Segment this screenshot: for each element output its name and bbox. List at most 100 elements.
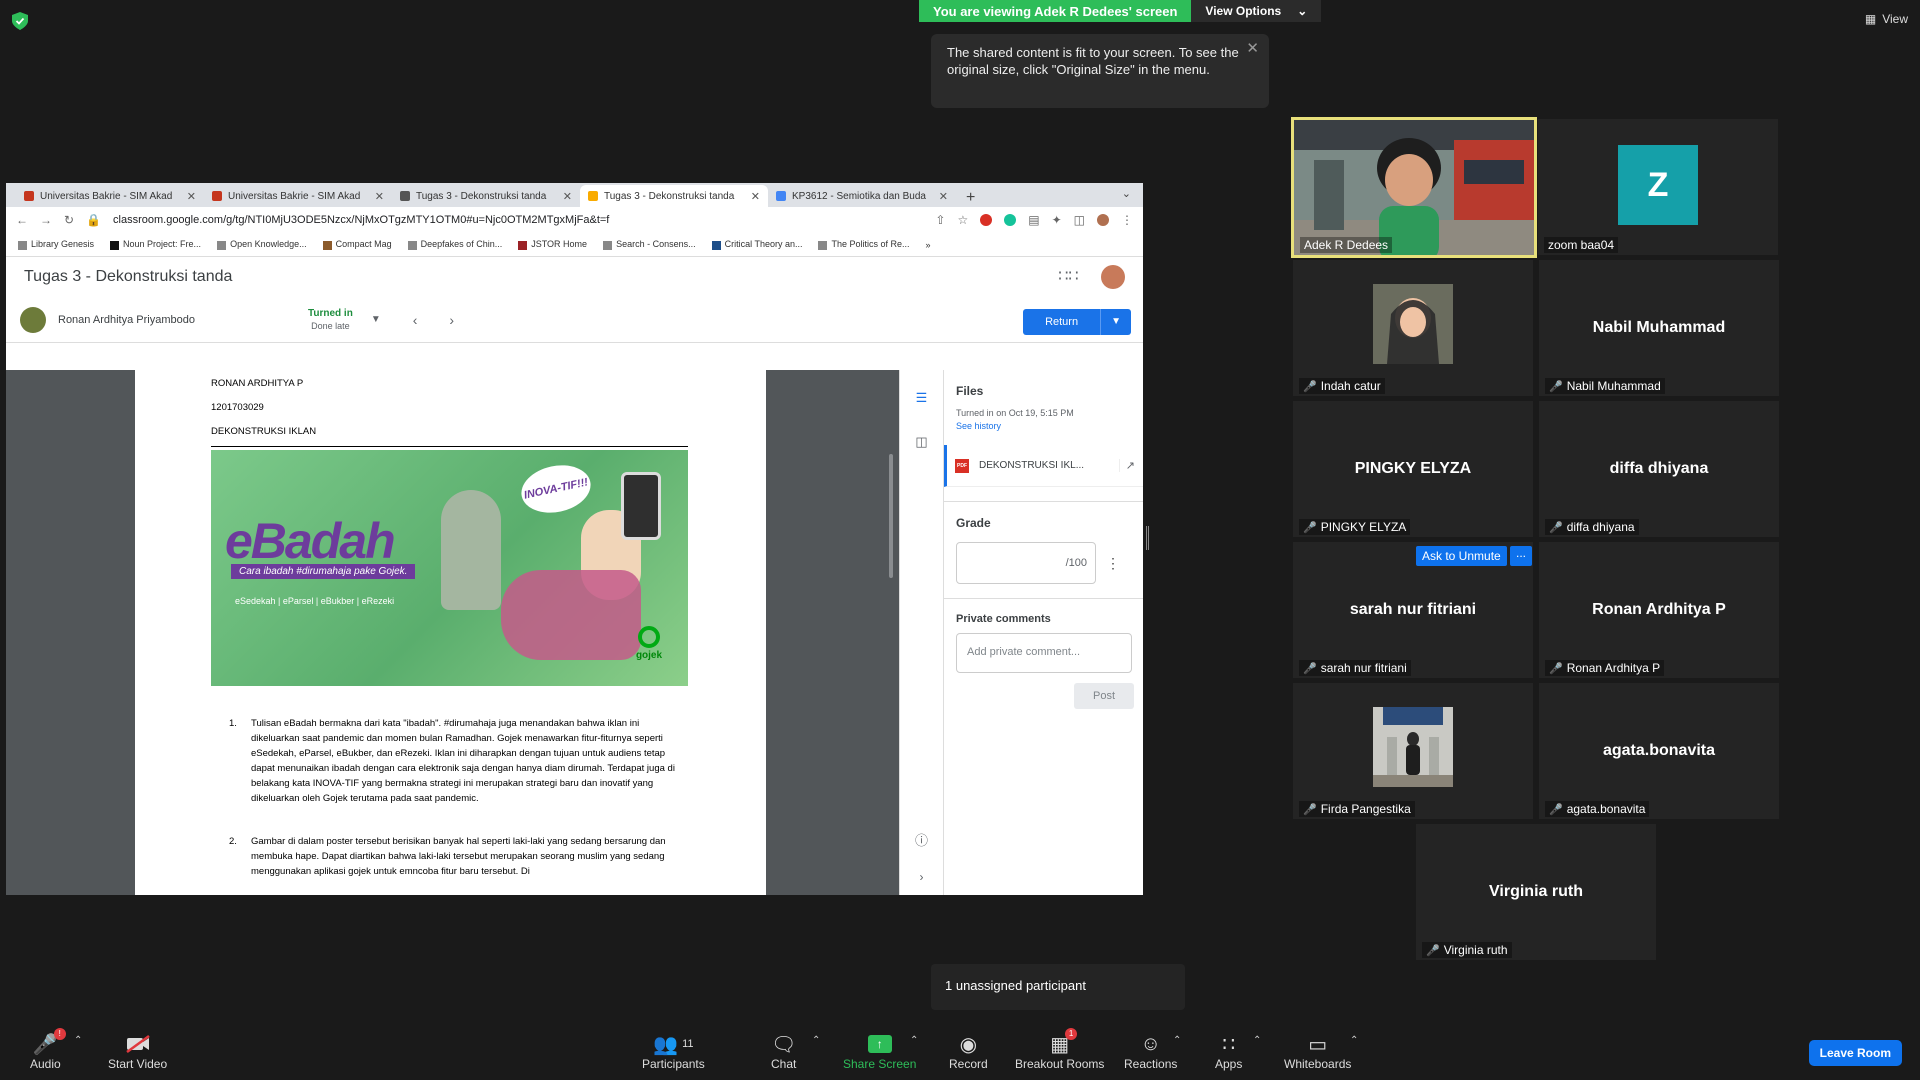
star-icon[interactable]: ☆ (957, 213, 968, 227)
more-icon[interactable]: ⋮ (1121, 213, 1133, 227)
browser-tab-active[interactable]: Tugas 3 - Dekonstruksi tanda ✕ (580, 185, 768, 207)
sidebar-icon[interactable]: ◫ (1074, 213, 1085, 227)
forward-icon[interactable]: → (40, 213, 52, 227)
scrollbar[interactable] (889, 454, 893, 578)
url-field[interactable]: classroom.google.com/g/tg/NTI0MjU3ODE5Nz… (113, 214, 923, 226)
participant-name: Adek R Dedees (1304, 238, 1389, 252)
return-dropdown-icon[interactable]: ▼ (1100, 309, 1131, 335)
start-video-button[interactable]: Start Video (108, 1031, 167, 1071)
apps-button[interactable]: ∷ Apps (1215, 1031, 1242, 1072)
close-icon[interactable]: ✕ (1246, 40, 1259, 57)
unassigned-participant-popup[interactable]: 1 unassigned participant (931, 964, 1185, 1010)
participant-tile[interactable]: diffa dhiyana 🎤 diffa dhiyana (1539, 401, 1779, 537)
bookmark[interactable]: Noun Project: Fre... (110, 239, 201, 250)
leave-room-button[interactable]: Leave Room (1808, 1040, 1902, 1066)
bookmark-icon (18, 240, 27, 250)
apps-grid-icon[interactable]: ∷∷ (1058, 268, 1078, 285)
whiteboards-button[interactable]: ▭ Whiteboards (1284, 1031, 1351, 1072)
back-icon[interactable]: ← (16, 213, 28, 227)
chat-icon: 🗨 (771, 1033, 797, 1056)
student-name[interactable]: Ronan Ardhitya Priyambodo (58, 314, 308, 326)
participant-tile[interactable]: PINGKY ELYZA 🎤 PINGKY ELYZA (1293, 401, 1533, 537)
participant-tile[interactable]: 🎤 Indah catur (1293, 260, 1533, 396)
browser-tab[interactable]: Universitas Bakrie - SIM Akad ✕ (204, 185, 392, 207)
previous-student-icon[interactable]: ‹ (413, 312, 418, 328)
bookmark[interactable]: Open Knowledge... (217, 239, 307, 250)
close-icon[interactable]: ✕ (751, 190, 760, 203)
more-icon[interactable]: ⋮ (1106, 555, 1120, 572)
apps-options-caret-icon[interactable]: ⌃ (1253, 1035, 1261, 1046)
audio-options-caret-icon[interactable]: ⌃ (74, 1035, 82, 1046)
share-icon[interactable]: ⇧ (935, 213, 945, 227)
bookmark[interactable]: Compact Mag (322, 239, 392, 250)
participant-tile[interactable]: 🎤 Firda Pangestika (1293, 683, 1533, 819)
more-bookmarks-icon[interactable]: » (926, 240, 931, 250)
participant-tile[interactable]: agata.bonavita 🎤 agata.bonavita (1539, 683, 1779, 819)
new-tab-icon[interactable]: + (956, 189, 985, 207)
audio-button[interactable]: 🎤! Audio (30, 1028, 66, 1071)
see-history-link[interactable]: See history (956, 421, 1131, 431)
muted-mic-icon: 🎤 (1549, 662, 1563, 675)
reactions-button[interactable]: ☺ Reactions (1124, 1031, 1177, 1072)
list-details-icon[interactable]: ☰ (916, 390, 928, 406)
bookmark-label: Compact Mag (335, 239, 392, 250)
view-button[interactable]: ▦ View (1865, 12, 1908, 26)
help-icon[interactable]: ⓘ (915, 830, 928, 849)
participant-tile-speaking[interactable]: Adek R Dedees (1291, 117, 1537, 258)
participant-name: Nabil Muhammad (1566, 379, 1661, 393)
share-options-caret-icon[interactable]: ⌃ (910, 1035, 918, 1046)
bookmark[interactable]: Deepfakes of Chin... (407, 239, 502, 250)
extension-icon[interactable] (980, 214, 993, 226)
close-icon[interactable]: ✕ (563, 190, 572, 203)
post-button[interactable]: Post (1074, 683, 1134, 709)
reactions-options-caret-icon[interactable]: ⌃ (1173, 1035, 1181, 1046)
reader-icon[interactable]: ▤ (1028, 213, 1039, 227)
browser-tab[interactable]: Tugas 3 - Dekonstruksi tanda ✕ (392, 185, 580, 207)
bookmark[interactable]: Critical Theory an... (711, 239, 802, 250)
open-external-icon[interactable]: ↗ (1118, 459, 1135, 472)
close-icon[interactable]: ✕ (187, 190, 196, 203)
bookmark[interactable]: JSTOR Home (518, 239, 587, 250)
profile-avatar[interactable] (1097, 214, 1109, 226)
extension-icon[interactable] (1004, 214, 1017, 226)
chevron-down-icon[interactable]: ▼ (371, 314, 381, 325)
share-screen-button[interactable]: ↑ Share Screen (843, 1031, 916, 1071)
close-icon[interactable]: ✕ (375, 190, 384, 203)
divider (211, 446, 688, 447)
chat-options-caret-icon[interactable]: ⌃ (812, 1035, 820, 1046)
puzzle-icon[interactable]: ✦ (1052, 213, 1062, 227)
document-viewer[interactable]: RONAN ARDHITYA P 1201703029 DEKONSTRUKSI… (6, 370, 899, 895)
comment-icon[interactable]: ◫ (915, 434, 927, 450)
next-student-icon[interactable]: › (449, 312, 454, 328)
tab-search-icon[interactable]: ⌄ (1122, 187, 1131, 200)
grade-input[interactable]: /100 (956, 542, 1096, 584)
close-icon[interactable]: ✕ (939, 190, 948, 203)
file-attachment[interactable]: PDF DEKONSTRUKSI IKL... ↗ (944, 445, 1143, 487)
bookmark[interactable]: Search - Consens... (603, 239, 696, 250)
whiteboards-options-caret-icon[interactable]: ⌃ (1350, 1035, 1358, 1046)
participant-tile[interactable]: Z zoom baa04 (1538, 119, 1778, 255)
encryption-shield-icon[interactable] (12, 12, 28, 30)
participants-button[interactable]: 👥 11 Participants (642, 1031, 705, 1072)
chat-button[interactable]: 🗨 Chat (771, 1031, 797, 1072)
participant-tile[interactable]: Nabil Muhammad 🎤 Nabil Muhammad (1539, 260, 1779, 396)
bookmark[interactable]: The Politics of Re... (818, 239, 910, 250)
tile-more-button[interactable]: ... (1510, 546, 1533, 566)
participant-tile[interactable]: Ronan Ardhitya P 🎤 Ronan Ardhitya P (1539, 542, 1779, 678)
browser-tab[interactable]: KP3612 - Semiotika dan Buda ✕ (768, 185, 956, 207)
browser-tab[interactable]: Universitas Bakrie - SIM Akad ✕ (16, 185, 204, 207)
ask-to-unmute-button[interactable]: Ask to Unmute (1416, 546, 1507, 566)
participant-tile[interactable]: Virginia ruth 🎤 Virginia ruth (1416, 824, 1656, 960)
return-button[interactable]: Return (1023, 309, 1101, 335)
avatar[interactable] (1101, 265, 1125, 289)
tab-favicon-icon (776, 191, 786, 201)
split-resize-handle[interactable] (1146, 526, 1149, 550)
expand-icon[interactable]: › (920, 870, 924, 884)
bookmark[interactable]: Library Genesis (18, 239, 94, 250)
lock-icon[interactable]: 🔒 (86, 213, 101, 227)
breakout-rooms-button[interactable]: ▦ 1 Breakout Rooms (1015, 1028, 1104, 1071)
private-comment-input[interactable]: Add private comment... (956, 633, 1132, 673)
reload-icon[interactable]: ↻ (64, 213, 74, 227)
view-options-button[interactable]: View Options ⌄ (1191, 0, 1322, 22)
record-button[interactable]: ◉ Record (949, 1031, 988, 1072)
